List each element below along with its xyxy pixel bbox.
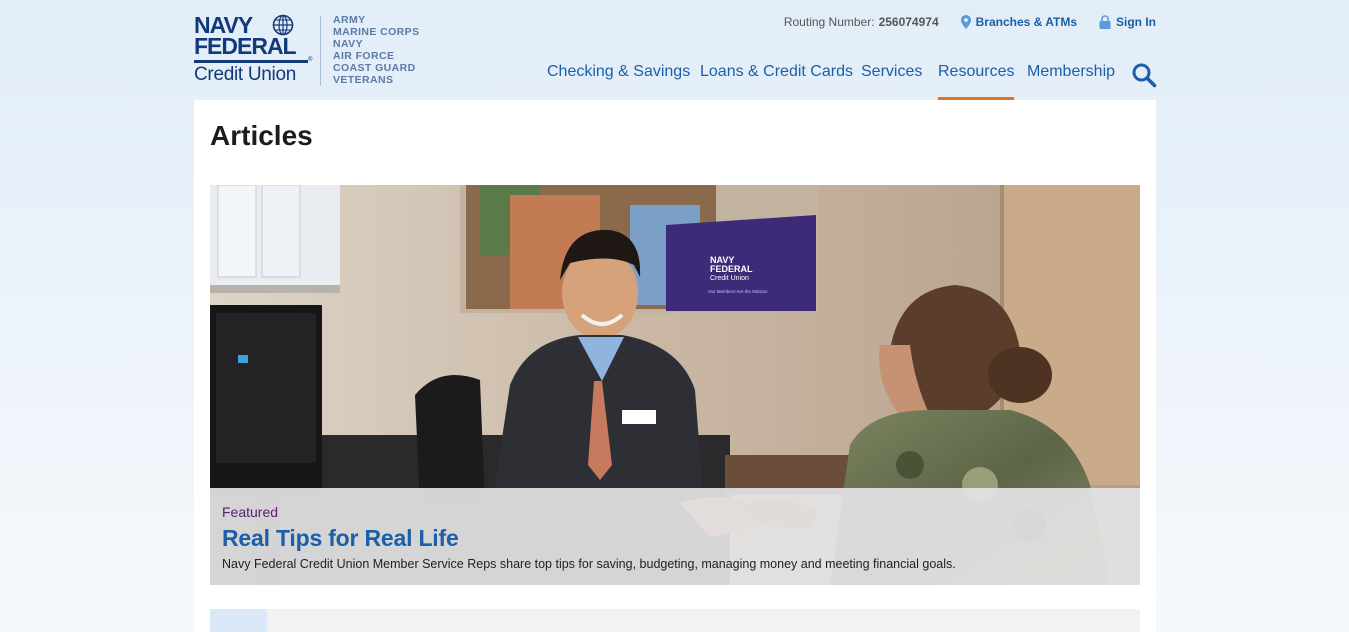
nav-resources[interactable]: Resources: [938, 58, 1015, 100]
branch-item: ARMY: [333, 14, 366, 26]
poster-logo-line3: Credit Union: [710, 275, 749, 282]
nav-services[interactable]: Services: [861, 58, 922, 100]
branches-atms-link[interactable]: Branches & ATMs: [960, 15, 1077, 29]
utility-bar: Routing Number: 256074974 Branches & ATM…: [784, 14, 1156, 30]
featured-tag: Featured: [222, 504, 279, 520]
article-list-tab[interactable]: [210, 609, 267, 632]
poster-tagline: Our Members Are the Mission: [708, 289, 768, 294]
search-icon[interactable]: [1131, 62, 1157, 88]
main-content: Articles NAVY FEDERAL Credit Union Our M…: [194, 100, 1156, 632]
branch-item: NAVY: [333, 38, 363, 50]
sign-in-link[interactable]: Sign In: [1099, 15, 1156, 29]
featured-article-title[interactable]: Real Tips for Real Life: [222, 524, 1128, 552]
article-list-card: [210, 609, 1140, 632]
nav-checking-savings[interactable]: Checking & Savings: [547, 58, 690, 100]
featured-article-description: Navy Federal Credit Union Member Service…: [222, 557, 956, 571]
site-header: NAVY FEDERAL ® Credit Union ARMY MARINE …: [0, 0, 1349, 100]
branch-item: MARINE CORPS: [333, 26, 420, 38]
nav-membership[interactable]: Membership: [1027, 58, 1115, 100]
map-pin-icon: [960, 15, 971, 29]
lock-icon: [1099, 15, 1111, 29]
featured-article-caption: Featured Real Tips for Real Life Navy Fe…: [210, 488, 1140, 585]
poster-logo-line2: FEDERAL: [710, 264, 753, 274]
sign-in-label: Sign In: [1116, 15, 1156, 29]
routing-number-value: 256074974: [878, 15, 939, 29]
logo-text-federal: FEDERAL: [194, 33, 297, 59]
featured-article-card[interactable]: NAVY FEDERAL Credit Union Our Members Ar…: [210, 185, 1140, 585]
page-title: Articles: [210, 120, 313, 151]
routing-number-label: Routing Number:: [783, 15, 875, 29]
nav-loans-credit-cards[interactable]: Loans & Credit Cards: [700, 58, 853, 100]
branches-atms-label: Branches & ATMs: [975, 15, 1077, 29]
